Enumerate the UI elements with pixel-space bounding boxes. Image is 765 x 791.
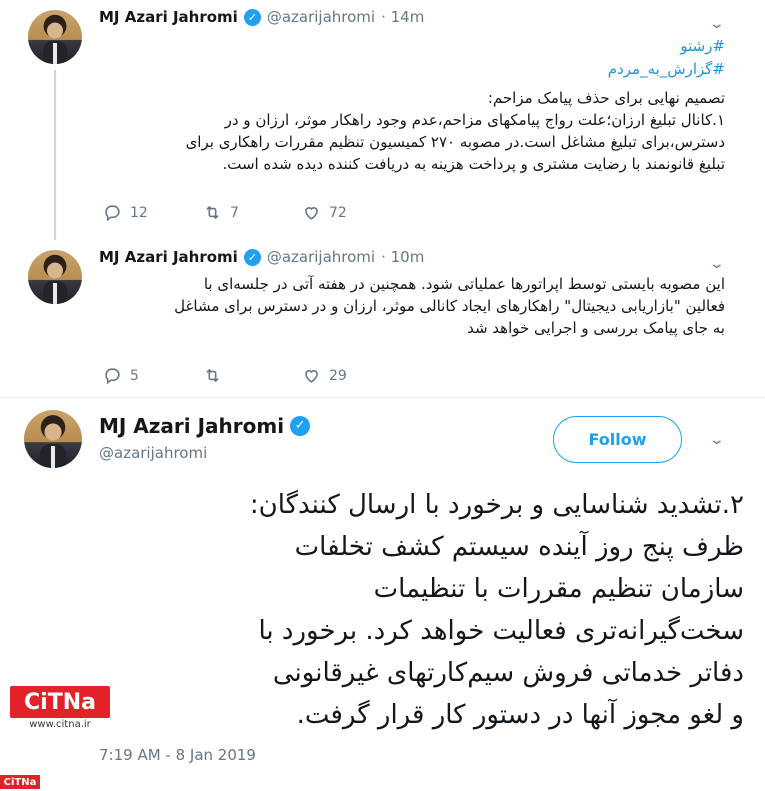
tweet-line: فعالین "بازاریابی دیجیتال" راهکارهای ایج… (174, 297, 725, 315)
tweet-line: سخت‌گیرانه‌تری فعالیت خواهد کرد. برخورد … (258, 616, 744, 646)
tweet-line: به جای پیامک بررسی و اجرایی خواهد شد (467, 319, 725, 337)
reply-count: 5 (130, 367, 139, 384)
tweet-line: ۲.تشدید شناسایی و برخورد با ارسال کنندگا… (249, 490, 744, 520)
avatar[interactable] (28, 10, 82, 64)
like-icon (305, 207, 318, 220)
tweet-text: این مصوبه بایستی توسط اپراتورها عملیاتی … (99, 273, 725, 339)
tweet-time[interactable]: · 10m (381, 248, 424, 266)
chevron-down-icon[interactable]: ⌄ (709, 432, 725, 448)
author-handle[interactable]: @azarijahromi (267, 8, 375, 26)
author-handle[interactable]: @azarijahromi (267, 248, 375, 266)
tweet-line: ۱.کانال تبلیغ ارزان؛علت رواج پیامکهای مز… (224, 111, 725, 129)
citna-logo-small: CiTNa (0, 775, 40, 789)
like-count: 29 (329, 367, 347, 384)
tweet-line: این مصوبه بایستی توسط اپراتورها عملیاتی … (203, 275, 725, 293)
author-handle[interactable]: @azarijahromi (99, 444, 310, 462)
tweet-header: MJ Azari Jahromi ✓ @azarijahromi · 10m (99, 248, 424, 266)
reply-button[interactable]: 12 (103, 203, 148, 222)
retweet-icon (206, 368, 219, 383)
author-name[interactable]: MJ Azari Jahromi (99, 8, 238, 26)
like-count: 72 (329, 204, 347, 221)
chevron-down-icon[interactable]: ⌄ (709, 16, 725, 32)
reply-count: 12 (130, 204, 148, 221)
hashtag[interactable]: #رشتو (680, 37, 725, 55)
author-name[interactable]: MJ Azari Jahromi (99, 414, 284, 438)
tweet-text: ۲.تشدید شناسایی و برخورد با ارسال کنندگا… (140, 484, 744, 736)
like-icon (305, 370, 318, 383)
chevron-down-icon[interactable]: ⌄ (709, 256, 725, 272)
reply-icon (105, 205, 120, 222)
avatar[interactable] (28, 250, 82, 304)
tweet-line: تبلیغ قانونمند با رضایت مشتری و پرداخت ه… (222, 155, 725, 173)
verified-badge-icon: ✓ (290, 416, 311, 436)
tweet-line: دفاتر خدماتی فروش سیم‌کارتهای غیرقانونی (272, 658, 744, 688)
reply-button[interactable]: 5 (103, 366, 139, 385)
verified-badge-icon: ✓ (243, 8, 261, 26)
like-button[interactable]: 29 (302, 366, 347, 385)
tweet-timestamp[interactable]: 7:19 AM - 8 Jan 2019 (99, 746, 256, 764)
tweet-line: تصمیم نهایی برای حذف پیامک مزاحم: (487, 89, 725, 107)
retweet-icon (206, 205, 219, 220)
reply-icon (105, 368, 120, 385)
tweet-time[interactable]: · 14m (381, 8, 424, 26)
divider (0, 397, 765, 398)
retweet-button[interactable] (203, 366, 230, 385)
author-name[interactable]: MJ Azari Jahromi (99, 248, 238, 266)
like-button[interactable]: 72 (302, 203, 347, 222)
tweet-line: ظرف پنج روز آینده سیستم کشف تخلفات (294, 532, 744, 562)
retweet-count: 7 (230, 204, 239, 221)
retweet-button[interactable]: 7 (203, 203, 239, 222)
tweet-line: و لغو مجوز آنها در دستور کار قرار گرفت. (296, 700, 744, 730)
verified-badge-icon: ✓ (243, 248, 261, 266)
author-block: MJ Azari Jahromi ✓ @azarijahromi (99, 414, 311, 462)
hashtag[interactable]: #گزارش_به_مردم (608, 60, 725, 78)
follow-button[interactable]: Follow (553, 416, 682, 463)
citna-watermark: CiTNa www.citna.ir (10, 686, 110, 730)
tweet-line: سازمان تنظیم مقررات با تنظیمات (373, 574, 744, 604)
tweet-text: تصمیم نهایی برای حذف پیامک مزاحم: ۱.کانا… (99, 87, 725, 175)
citna-logo: CiTNa (10, 686, 110, 718)
citna-url: www.citna.ir (29, 719, 91, 730)
avatar[interactable] (24, 410, 82, 468)
tweet-header: MJ Azari Jahromi ✓ @azarijahromi · 14m (99, 8, 424, 26)
tweet-line: دسترس،برای تبلیغ مشاغل است.در مصوبه ۲۷۰ … (185, 133, 725, 151)
thread-connector (54, 70, 56, 240)
